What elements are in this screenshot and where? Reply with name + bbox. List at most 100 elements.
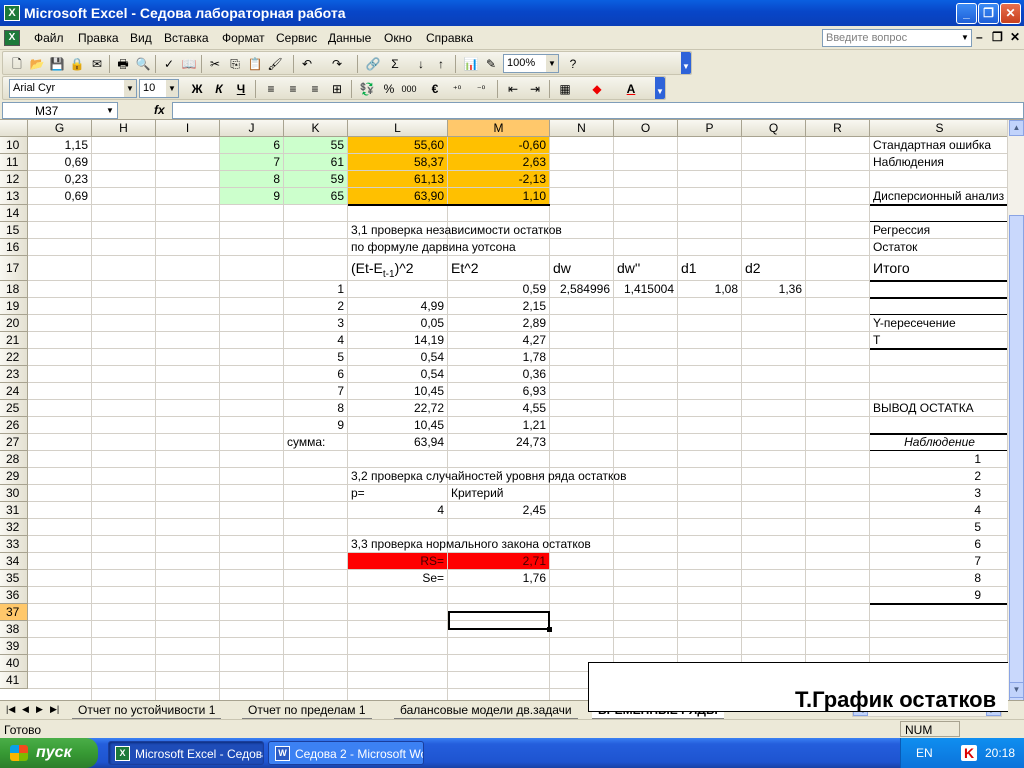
cell-K21[interactable]: 4 [284, 332, 347, 349]
decrease-indent-icon[interactable]: ⇤ [505, 81, 521, 97]
new-icon[interactable]: 🗋 [9, 56, 25, 72]
cell-L34[interactable]: RS= [348, 553, 447, 570]
cell-M13[interactable]: 1,10 [448, 188, 549, 205]
cell-M34[interactable]: 2,71 [448, 553, 549, 570]
italic-button[interactable]: К [211, 81, 227, 97]
close-button[interactable]: ✕ [1000, 3, 1021, 24]
cell-L23[interactable]: 0,54 [348, 366, 447, 383]
row-header-25[interactable]: 25 [0, 400, 28, 417]
doc-close-button[interactable]: ✕ [1010, 30, 1020, 44]
menu-tools[interactable]: Сервис [276, 31, 317, 45]
cell-S33[interactable]: 6 [870, 536, 984, 553]
chevron-down-icon[interactable]: ▼ [124, 80, 136, 97]
first-sheet-icon[interactable]: |◀ [6, 704, 15, 715]
start-button[interactable]: пуск [0, 738, 98, 768]
row-header-22[interactable]: 22 [0, 349, 28, 366]
redo-icon[interactable]: ↷ [329, 56, 345, 72]
column-header-L[interactable]: L [348, 120, 448, 137]
cell-L33[interactable]: 3,3 проверка нормального закона остатков [348, 536, 591, 553]
cell-S34[interactable]: 7 [870, 553, 984, 570]
copy-icon[interactable]: ⎘ [227, 56, 243, 72]
cell-M12[interactable]: -2,13 [448, 171, 549, 188]
column-header-K[interactable]: K [284, 120, 348, 137]
column-header-N[interactable]: N [550, 120, 614, 137]
cell-S10[interactable]: Стандартная ошибка [870, 137, 1009, 154]
row-header-31[interactable]: 31 [0, 502, 28, 519]
cell-S25[interactable]: ВЫВОД ОСТАТКА [870, 400, 1009, 417]
scroll-thumb[interactable] [1009, 215, 1024, 715]
cell-K25[interactable]: 8 [284, 400, 347, 417]
cell-G13[interactable]: 0,69 [28, 188, 91, 205]
cell-M20[interactable]: 2,89 [448, 315, 549, 332]
spelling-icon[interactable]: ✓ [161, 56, 177, 72]
cell-S28[interactable]: 1 [870, 451, 984, 468]
font-color-icon[interactable]: A [623, 81, 639, 97]
row-header-16[interactable]: 16 [0, 239, 28, 256]
row-header-35[interactable]: 35 [0, 570, 28, 587]
column-header-H[interactable]: H [92, 120, 156, 137]
scroll-down-icon[interactable]: ▼ [1009, 682, 1024, 698]
cell-M22[interactable]: 1,78 [448, 349, 549, 366]
menu-window[interactable]: Окно [384, 31, 412, 45]
cell-O18[interactable]: 1,415004 [614, 281, 677, 298]
cell-M25[interactable]: 4,55 [448, 400, 549, 417]
cell-M27[interactable]: 24,73 [448, 434, 549, 451]
doc-restore-button[interactable]: ❐ [992, 30, 1003, 44]
cell-S16[interactable]: Остаток [870, 239, 1009, 256]
menu-edit[interactable]: Правка [78, 31, 119, 45]
cell-K10[interactable]: 55 [284, 137, 347, 154]
cell-S30[interactable]: 3 [870, 485, 984, 502]
active-cell-M37[interactable] [448, 611, 552, 632]
row-header-26[interactable]: 26 [0, 417, 28, 434]
save-icon[interactable]: 💾 [49, 56, 65, 72]
row-header-19[interactable]: 19 [0, 298, 28, 315]
cell-L16[interactable]: по формуле дарвина уотсона [348, 239, 516, 256]
row-header-38[interactable]: 38 [0, 621, 28, 638]
cell-K23[interactable]: 6 [284, 366, 347, 383]
open-icon[interactable]: 📂 [29, 56, 45, 72]
cell-M31[interactable]: 2,45 [448, 502, 549, 519]
cell-S35[interactable]: 8 [870, 570, 984, 587]
cell-L31[interactable]: 4 [348, 502, 447, 519]
column-header-R[interactable]: R [806, 120, 870, 137]
row-header-15[interactable]: 15 [0, 222, 28, 239]
sort-ascending-icon[interactable]: ↓ [413, 56, 429, 72]
cell-S17[interactable]: Итого [870, 256, 1009, 281]
tab-balance-models[interactable]: балансовые модели дв.задачи [394, 701, 578, 719]
name-box[interactable]: M37 ▼ [2, 102, 118, 119]
tab-limits-report[interactable]: Отчет по пределам 1 [242, 701, 372, 719]
cell-P17[interactable]: d1 [678, 256, 741, 281]
cell-M35[interactable]: 1,76 [448, 570, 549, 587]
cell-N18[interactable]: 2,584996 [550, 281, 613, 298]
restore-button[interactable]: ❐ [978, 3, 999, 24]
align-left-icon[interactable]: ≡ [263, 81, 279, 97]
cell-M19[interactable]: 2,15 [448, 298, 549, 315]
cut-icon[interactable]: ✂ [207, 56, 223, 72]
column-header-I[interactable]: I [156, 120, 220, 137]
row-header-32[interactable]: 32 [0, 519, 28, 536]
toolbar-options-icon[interactable]: ▼ [681, 52, 691, 74]
cell-K18[interactable]: 1 [284, 281, 347, 298]
row-header-11[interactable]: 11 [0, 154, 28, 171]
next-sheet-icon[interactable]: ▶ [36, 704, 43, 715]
antivirus-icon[interactable]: K [961, 745, 977, 761]
row-header-40[interactable]: 40 [0, 655, 28, 672]
increase-indent-icon[interactable]: ⇥ [527, 81, 543, 97]
sort-descending-icon[interactable]: ↑ [433, 56, 449, 72]
cell-L13[interactable]: 63,90 [348, 188, 447, 205]
row-header-33[interactable]: 33 [0, 536, 28, 553]
comma-style-button[interactable]: 000 [401, 81, 417, 97]
chart-title[interactable]: Т.График остатков [795, 687, 1009, 713]
hyperlink-icon[interactable]: 🔗 [365, 56, 381, 72]
insert-function-button[interactable]: fx [154, 103, 165, 117]
cell-S15[interactable]: Регрессия [870, 222, 1009, 239]
cell-Q17[interactable]: d2 [742, 256, 805, 281]
permission-icon[interactable]: 🔒 [69, 56, 85, 72]
column-header-M[interactable]: M [448, 120, 550, 137]
prev-sheet-icon[interactable]: ◀ [22, 704, 29, 715]
cell-L29[interactable]: 3,2 проверка случайностей уровня ряда ос… [348, 468, 626, 485]
euro-button[interactable]: € [427, 81, 443, 97]
column-header-P[interactable]: P [678, 120, 742, 137]
menu-help[interactable]: Справка [426, 31, 473, 45]
cell-J13[interactable]: 9 [220, 188, 283, 205]
